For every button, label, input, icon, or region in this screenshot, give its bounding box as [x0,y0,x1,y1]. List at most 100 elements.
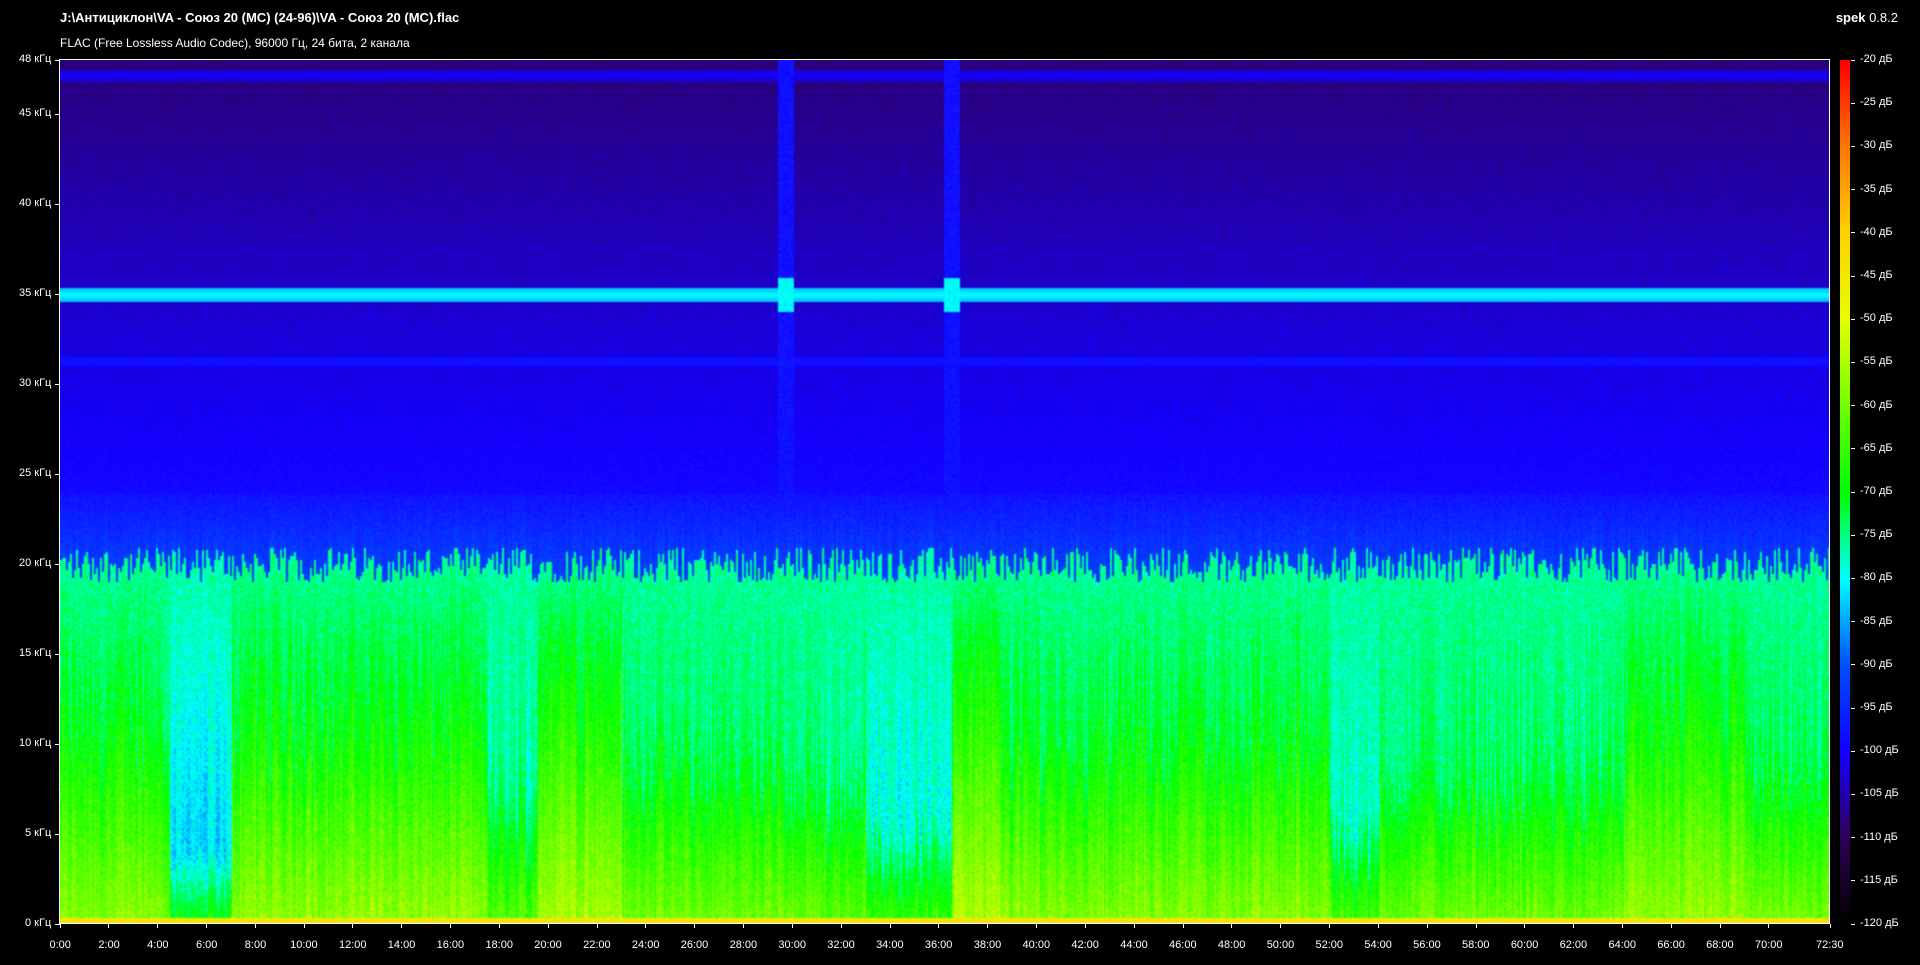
y-tick-label: 15 кГц [19,647,52,659]
audio-format-info: FLAC (Free Lossless Audio Codec), 96000 … [60,36,410,50]
x-tick-label: 8:00 [244,939,267,951]
x-tick [987,924,989,928]
x-tick [694,924,696,928]
x-tick-label: 30:00 [778,939,806,951]
colorbar-tick [1851,491,1855,493]
y-tick-label: 20 кГц [19,557,52,569]
app-name: spek [1835,10,1866,25]
x-tick [1829,924,1831,928]
x-tick-label: 62:00 [1559,939,1588,951]
colorbar-tick [1851,145,1855,147]
x-tick [1084,924,1086,928]
colorbar-tick-label: -65 дБ [1860,441,1893,454]
colorbar-tick [1851,837,1855,839]
x-tick-label: 40:00 [1022,939,1051,951]
colorbar-tick [1851,189,1855,191]
x-tick [401,924,403,928]
app-brand: spek 0.8.2 [1836,10,1898,25]
x-tick-label: 56:00 [1413,939,1441,951]
app-version: 0.8.2 [1869,10,1898,25]
colorbar-tick [1851,577,1855,579]
x-tick [1670,924,1672,928]
colorbar-tick [1851,361,1855,363]
x-tick-label: 16:00 [436,939,465,951]
x-tick-label: 36:00 [924,939,953,951]
x-tick [1231,924,1233,928]
x-tick [108,924,110,928]
x-tick-label: 20:00 [534,939,562,951]
y-tick [55,923,60,925]
colorbar-tick-label: -85 дБ [1860,614,1893,627]
colorbar-tick [1851,750,1855,752]
x-tick-label: 54:00 [1364,939,1392,951]
y-tick-label: 48 кГц [19,53,52,65]
x-tick-label: 42:00 [1071,939,1099,951]
x-tick [547,924,549,928]
y-tick [55,203,60,205]
y-tick [55,293,60,295]
x-tick-label: 48:00 [1217,939,1246,951]
colorbar-tick-label: -90 дБ [1860,657,1893,670]
colorbar-tick-label: -105 дБ [1860,787,1899,800]
x-tick [1768,924,1770,928]
x-tick [303,924,305,928]
x-tick-label: 38:00 [973,939,1002,951]
colorbar-tick-label: -70 дБ [1860,485,1893,497]
x-tick [743,924,745,928]
x-tick-label: 60:00 [1510,939,1539,951]
x-tick [1573,924,1575,928]
x-tick [840,924,842,928]
x-tick [254,924,256,928]
colorbar-tick [1851,275,1855,277]
x-tick [205,924,207,928]
x-tick [1280,924,1282,928]
x-tick [1524,924,1526,928]
x-tick-label: 0:00 [49,939,71,951]
x-tick [791,924,793,928]
x-tick-label: 24:00 [631,939,660,951]
x-tick-label: 70:00 [1754,939,1783,951]
y-tick-label: 45 кГц [19,107,52,119]
colorbar-tick-label: -110 дБ [1860,830,1898,843]
x-tick-label: 22:00 [583,939,611,951]
y-tick [55,59,60,61]
x-tick-label: 18:00 [485,939,513,951]
x-tick [596,924,598,928]
colorbar-tick-label: -20 дБ [1860,53,1893,65]
colorbar-tick-label: -95 дБ [1860,701,1893,713]
x-tick [938,924,940,928]
x-tick [498,924,500,928]
x-tick-label: 68:00 [1706,939,1734,951]
x-tick-label: 6:00 [195,939,218,951]
colorbar-tick-label: -50 дБ [1860,312,1893,325]
x-tick [1329,924,1331,928]
y-tick [55,653,60,655]
x-tick [1475,924,1477,928]
x-tick-label: 10:00 [290,939,318,951]
colorbar-tick-label: -100 дБ [1860,744,1899,757]
colorbar-tick-label: -115 дБ [1860,873,1898,886]
x-tick-label: 14:00 [387,939,416,951]
x-tick-label: 72:30 [1816,939,1844,951]
colorbar-tick-label: -25 дБ [1860,96,1893,109]
y-tick [55,743,60,745]
colorbar-tick [1851,232,1855,234]
x-tick-label: 58:00 [1462,939,1490,951]
colorbar-tick [1851,923,1855,925]
x-tick [1182,924,1184,928]
y-tick-label: 40 кГц [19,197,52,209]
y-tick [55,833,60,835]
y-tick-label: 35 кГц [19,287,52,299]
y-tick-label: 25 кГц [19,467,52,479]
colorbar-tick [1851,405,1855,407]
spectrogram-heatmap [60,60,1830,924]
colorbar-tick-label: -35 дБ [1860,182,1893,195]
colorbar-tick [1851,448,1855,450]
y-tick [55,563,60,565]
colorbar-tick-label: -40 дБ [1860,225,1893,238]
file-path-title: J:\Антициклон\VA - Союз 20 (МС) (24-96)\… [60,10,460,25]
colorbar-tick [1851,880,1855,882]
colorbar-tick-label: -55 дБ [1860,355,1893,368]
x-tick [1133,924,1135,928]
x-tick-label: 44:00 [1120,939,1148,951]
